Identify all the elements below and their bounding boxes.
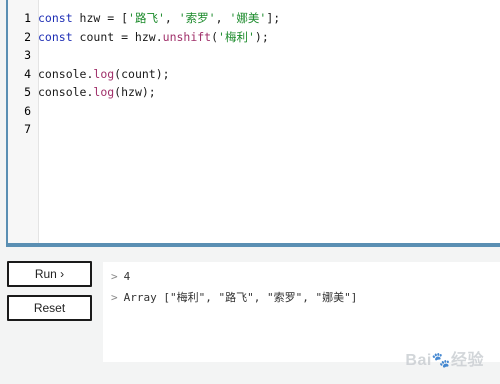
code-token: , (164, 11, 179, 26)
code-token: const (38, 11, 73, 26)
code-token: console. (38, 66, 94, 81)
code-line[interactable]: 5 console.log(hzw); (8, 83, 500, 102)
line-number: 3 (24, 48, 31, 63)
code-line[interactable]: 4 console.log(count); (8, 65, 500, 84)
code-line[interactable]: 3 (8, 46, 500, 65)
console-line: > Array ["梅利", "路飞", "索罗", "娜美"] (111, 289, 357, 305)
code-token: console. (38, 85, 94, 100)
paw-icon: 🐾 (431, 352, 451, 369)
code-editor[interactable]: 1 const hzw = ['路飞', '索罗', '娜美']; 2 const c… (6, 0, 500, 247)
console-value: 4 (123, 270, 131, 283)
code-token: const (38, 29, 73, 44)
code-token: count = hzw. (72, 29, 163, 44)
code-token: log (93, 85, 115, 100)
code-line[interactable]: 2 const count = hzw.unshift('梅利'); (8, 28, 500, 47)
line-number: 2 (24, 29, 31, 44)
code-token: , (215, 11, 230, 26)
code-token: hzw = [ (72, 11, 129, 26)
line-number: 1 (24, 11, 31, 26)
line-number: 5 (24, 85, 31, 100)
baidu-watermark: Bai🐾经验 (405, 346, 484, 370)
code-token: '索罗' (178, 11, 216, 26)
code-token: log (93, 66, 115, 81)
watermark-text: Bai (405, 352, 432, 369)
line-number: 6 (24, 103, 31, 118)
code-token: (hzw); (114, 85, 156, 100)
prompt-chevron-icon: > (111, 270, 118, 283)
code-token: unshift (162, 29, 212, 44)
reset-button[interactable]: Reset (7, 295, 92, 321)
code-text: console.log(hzw); (36, 85, 156, 99)
code-area[interactable]: 1 const hzw = ['路飞', '索罗', '娜美']; 2 const c… (8, 9, 500, 139)
code-line[interactable]: 7 (8, 120, 500, 139)
line-number: 4 (24, 66, 31, 81)
code-line[interactable]: 6 (8, 102, 500, 121)
run-button[interactable]: Run › (7, 261, 92, 287)
line-number: 7 (24, 122, 31, 137)
code-line[interactable]: 1 const hzw = ['路飞', '索罗', '娜美']; (8, 9, 500, 28)
prompt-chevron-icon: > (111, 291, 118, 304)
console-line: >4 (111, 270, 130, 283)
code-token: ]; (266, 11, 281, 26)
code-token: ); (254, 29, 269, 44)
code-token: ( (211, 29, 219, 44)
code-text: const hzw = ['路飞', '索罗', '娜美']; (36, 10, 280, 26)
code-token: '路飞' (128, 11, 165, 26)
code-token: (count); (114, 66, 170, 81)
code-token: '梅利' (218, 29, 255, 44)
code-text: console.log(count); (36, 67, 170, 81)
code-text: const count = hzw.unshift('梅利'); (36, 29, 269, 45)
console-value: Array ["梅利", "路飞", "索罗", "娜美"] (123, 291, 358, 304)
code-token: '娜美' (229, 11, 267, 26)
watermark-suffix: 经验 (450, 352, 484, 369)
